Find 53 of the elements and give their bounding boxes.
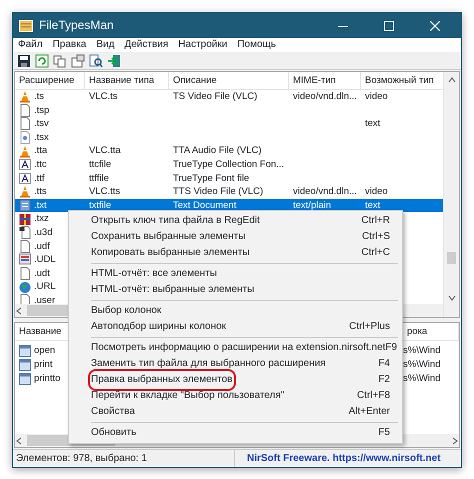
table-cell: VLC.tta: [89, 144, 121, 158]
shortcut-text: Ctrl+F8: [356, 389, 390, 403]
table-cell: s%\Wind: [403, 358, 440, 372]
table-cell: .tta: [34, 144, 48, 158]
table-cell: TrueType Collection Fon...: [173, 158, 284, 172]
window-title: FileTypesMan: [39, 18, 115, 33]
table-cell: s%\Wind: [403, 344, 440, 358]
table-cell: .udf: [34, 240, 50, 254]
table-cell: .txt: [34, 198, 47, 212]
table-cell: s%\Wind: [403, 372, 440, 386]
shortcut-text: Ctrl+Plus: [349, 320, 390, 334]
table-cell: open: [34, 344, 56, 358]
table-cell: TS Video File (VLC): [173, 90, 258, 104]
table-cell: print: [34, 358, 52, 372]
table-cell: text/plain: [293, 198, 332, 212]
table-cell: txtfile: [89, 198, 112, 212]
table-cell: video/vnd.dln...: [293, 90, 357, 104]
shortcut-text: Alt+Enter: [348, 405, 390, 419]
table-cell: .tsp: [34, 104, 50, 118]
table-cell: text: [365, 117, 380, 131]
table-cell: .txz: [34, 212, 49, 226]
table-cell: .user: [34, 294, 56, 304]
table-cell: ttffile: [89, 172, 109, 186]
shortcut-text: Ctrl+S: [362, 230, 390, 244]
table-cell: video: [365, 185, 388, 199]
table-cell: TTS Video File (VLC): [173, 185, 264, 199]
shortcut-text: F5: [378, 426, 390, 440]
table-cell: video/vnd.dln...: [293, 185, 357, 199]
table-cell: TrueType Font file: [173, 172, 250, 186]
table-cell: text: [365, 198, 380, 212]
shortcut-text: F2: [378, 373, 390, 387]
shortcut-text: Ctrl+C: [361, 246, 390, 260]
status-text: Элементов: 978, выбрано: 1: [16, 453, 147, 464]
table-cell: TTA Audio File (VLC): [173, 144, 262, 158]
table-cell: .tsx: [34, 130, 49, 144]
table-cell: .tts: [34, 185, 47, 199]
table-cell: .ttf: [34, 172, 45, 186]
shortcut-text: Ctrl+R: [361, 214, 390, 228]
table-cell: Text Document: [173, 198, 236, 212]
table-cell: printto: [34, 372, 60, 386]
table-cell: .tsv: [34, 117, 49, 131]
table-cell: ttcfile: [89, 158, 112, 172]
table-cell: VLC.ts: [89, 90, 118, 104]
table-cell: video: [365, 90, 388, 104]
table-cell: .ts: [34, 90, 44, 104]
table-cell: .udt: [34, 266, 50, 280]
shortcut-text: F4: [378, 357, 390, 371]
table-cell: .u3d: [34, 226, 52, 240]
table-cell: .UDL: [34, 253, 56, 267]
table-cell: VLC.tts: [89, 185, 120, 199]
table-cell: .ttc: [34, 158, 47, 172]
shortcut-text: F9: [385, 341, 398, 355]
table-cell: .URL: [34, 280, 56, 294]
